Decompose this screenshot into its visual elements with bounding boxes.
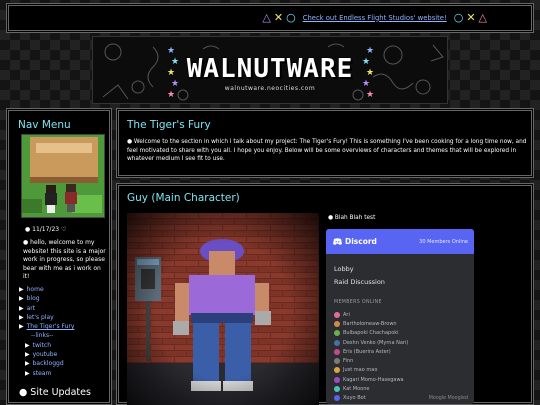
star-icon: ★ bbox=[167, 90, 176, 100]
discord-member[interactable]: Bartholomeaw-Brown bbox=[334, 319, 408, 328]
circle-icon: ○ bbox=[286, 11, 296, 24]
nav-title: Nav Menu bbox=[18, 119, 71, 131]
discord-widget: Discord 30 Members Online Lobby Raid Dis… bbox=[326, 229, 474, 404]
star-icon: ★ bbox=[366, 90, 375, 100]
avatar bbox=[334, 367, 340, 374]
character-section: Guy (Main Character) ● Blah Blah test Di… bbox=[116, 183, 534, 405]
nav-welcome-text: ● hello, welcome to my website! this sit… bbox=[23, 239, 106, 280]
discord-online-count: 30 Members Online bbox=[419, 239, 468, 245]
x-icon: ✕ bbox=[466, 11, 476, 24]
nav-link-tigers-fury[interactable]: The Tiger's Fury bbox=[27, 323, 75, 330]
nav-item-tigers-fury: ▶ The Tiger's Fury bbox=[19, 322, 74, 331]
nav-item-twitch: ▶ twitch bbox=[19, 341, 74, 350]
discord-member[interactable]: Ari bbox=[334, 310, 408, 319]
play-triangle-icon: ▶ bbox=[19, 323, 24, 331]
discord-member[interactable]: Just mao mao bbox=[334, 366, 408, 375]
discord-channel-raid[interactable]: Raid Discussion bbox=[334, 278, 385, 286]
discord-channel-lobby[interactable]: Lobby bbox=[334, 265, 354, 273]
discord-member[interactable]: Kagari Momo-Hasegawa bbox=[334, 375, 408, 384]
discord-member[interactable]: Xuyo Bot bbox=[334, 394, 408, 403]
nav-link-art[interactable]: art bbox=[27, 305, 36, 312]
discord-header: Discord 30 Members Online bbox=[326, 229, 474, 254]
discord-icon bbox=[333, 238, 342, 245]
nav-link-list: ▶ home ▶ blog ▶ art ▶ let's play ▶ The Tiger'… bbox=[19, 285, 74, 378]
site-url: walnutware.neocities.com bbox=[224, 85, 316, 92]
member-name: Bartholomeaw-Brown bbox=[343, 320, 397, 327]
avatar bbox=[334, 339, 340, 346]
nav-pixel-art-image bbox=[21, 134, 105, 218]
avatar bbox=[334, 386, 340, 393]
nav-item-steam: ▶ steam bbox=[19, 369, 74, 378]
triangle-icon: △ bbox=[478, 11, 487, 24]
discord-member[interactable]: Deshn Venko (Myrna Nari) bbox=[334, 338, 408, 347]
character-illustration bbox=[127, 213, 319, 405]
site-updates-heading: ● Site Updates bbox=[19, 387, 91, 398]
character-title: Guy (Main Character) bbox=[127, 192, 240, 204]
nav-link-backloggd[interactable]: backloggd bbox=[33, 360, 64, 367]
play-triangle-icon: ▶ bbox=[19, 313, 24, 321]
site-banner: ★ ★ ★ ★ ★ ★ ★ ★ ★ ★ WALNUTWARE walnutwar… bbox=[92, 36, 448, 104]
member-name: Kagari Momo-Hasegawa bbox=[343, 376, 404, 383]
avatar bbox=[334, 395, 340, 402]
x-icon: ✕ bbox=[273, 11, 284, 24]
discord-member[interactable]: Eris (Buerira Aster) bbox=[334, 347, 408, 356]
circle-icon: ○ bbox=[453, 11, 464, 24]
nav-link-youtube[interactable]: youtube bbox=[33, 351, 58, 358]
avatar bbox=[334, 376, 340, 383]
section-title: The Tiger's Fury bbox=[127, 119, 211, 131]
links-header: --links-- bbox=[31, 332, 54, 340]
nav-link-home[interactable]: home bbox=[27, 286, 44, 293]
nav-item-blog: ▶ blog bbox=[19, 294, 74, 303]
avatar bbox=[334, 358, 340, 365]
member-name: Bulbapoki Chachapoki bbox=[343, 330, 399, 337]
nav-link-twitch[interactable]: twitch bbox=[33, 342, 51, 349]
endless-flight-link[interactable]: Check out Endless Flight Studios' websit… bbox=[303, 14, 447, 22]
nav-item-home: ▶ home bbox=[19, 285, 74, 294]
nav-link-lets-play[interactable]: let's play bbox=[27, 314, 54, 321]
member-name: Finn bbox=[343, 358, 354, 365]
play-triangle-icon: ▶ bbox=[25, 351, 30, 359]
member-name: Ari bbox=[343, 311, 350, 318]
nav-date: ● 11/17/23 ♡ bbox=[25, 226, 67, 233]
discord-member[interactable]: Finn bbox=[334, 356, 408, 365]
play-triangle-icon: ▶ bbox=[25, 341, 30, 349]
member-name: Just mao mao bbox=[343, 367, 378, 374]
member-name: Eris (Buerira Aster) bbox=[343, 348, 391, 355]
play-triangle-icon: ▶ bbox=[19, 295, 24, 303]
discord-footer: Moogle Moogled bbox=[428, 396, 468, 401]
nav-link-steam[interactable]: steam bbox=[33, 370, 52, 377]
avatar bbox=[334, 348, 340, 355]
triangle-icon: △ bbox=[262, 11, 271, 24]
avatar bbox=[334, 311, 340, 318]
character-bullet-text: ● Blah Blah test bbox=[328, 215, 376, 221]
nav-item-backloggd: ▶ backloggd bbox=[19, 359, 74, 368]
avatar bbox=[334, 320, 340, 327]
intro-section: The Tiger's Fury ● Welcome to the sectio… bbox=[116, 108, 534, 178]
nav-item-lets-play: ▶ let's play bbox=[19, 313, 74, 322]
top-bar: △ ✕ ○ Check out Endless Flight Studios' … bbox=[6, 3, 534, 33]
intro-text: ● Welcome to the section in which I talk… bbox=[127, 139, 527, 162]
play-triangle-icon: ▶ bbox=[19, 304, 24, 312]
play-triangle-icon: ▶ bbox=[25, 369, 30, 377]
play-triangle-icon: ▶ bbox=[25, 360, 30, 368]
nav-link-blog[interactable]: blog bbox=[27, 295, 40, 302]
play-triangle-icon: ▶ bbox=[19, 286, 24, 293]
discord-members-header: MEMBERS ONLINE bbox=[334, 300, 382, 305]
avatar bbox=[334, 330, 340, 337]
nav-item-youtube: ▶ youtube bbox=[19, 350, 74, 359]
discord-name: Discord bbox=[345, 237, 377, 246]
site-logo[interactable]: WALNUTWARE bbox=[93, 54, 447, 84]
discord-member[interactable]: Bulbapoki Chachapoki bbox=[334, 329, 408, 338]
member-name: Xuyo Bot bbox=[343, 395, 366, 402]
top-bar-content: △ ✕ ○ Check out Endless Flight Studios' … bbox=[262, 12, 487, 23]
nav-item-art: ▶ art bbox=[19, 304, 74, 313]
discord-member-list: Ari Bartholomeaw-Brown Bulbapoki Chachap… bbox=[334, 310, 408, 403]
discord-member[interactable]: Kat Moone bbox=[334, 384, 408, 393]
discord-logo[interactable]: Discord bbox=[333, 237, 377, 246]
member-name: Deshn Venko (Myrna Nari) bbox=[343, 339, 409, 346]
nav-menu: Nav Menu ● 11/17/23 ♡ ● hello, welcome t… bbox=[6, 108, 112, 405]
member-name: Kat Moone bbox=[343, 386, 370, 393]
